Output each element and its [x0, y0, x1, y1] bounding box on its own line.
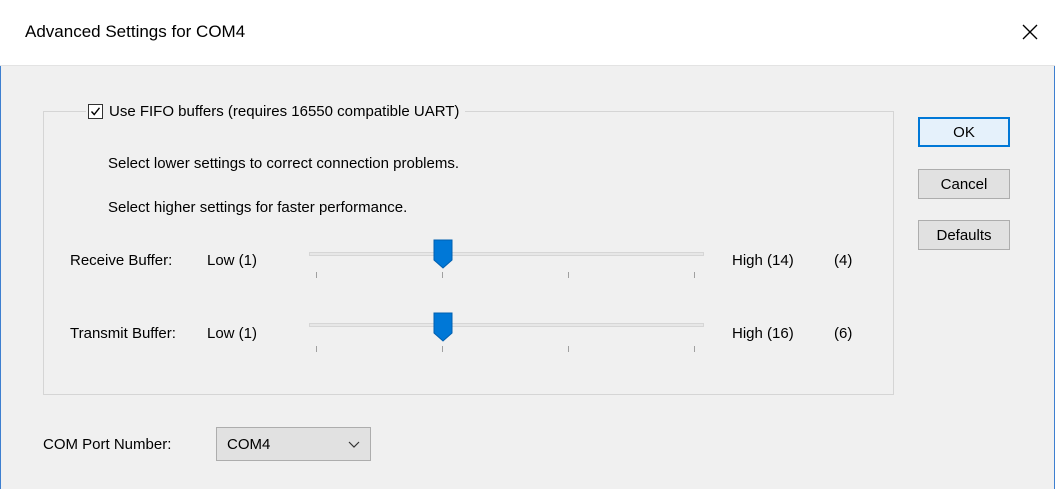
receive-value-label: (4) [834, 252, 853, 269]
transmit-low-label: Low (1) [207, 325, 258, 342]
receive-high-label: High (14) [732, 252, 794, 269]
chevron-down-icon [348, 441, 360, 448]
title-bar[interactable]: Advanced Settings for COM4 [0, 0, 1055, 66]
receive-slider-tick [442, 272, 443, 278]
window-border-left [0, 0, 1, 489]
fifo-checkbox[interactable] [88, 103, 103, 119]
hint-higher-settings: Select higher settings for faster perfor… [108, 199, 408, 216]
close-icon [1022, 24, 1038, 40]
checkmark-icon [90, 106, 101, 116]
ok-button[interactable]: OK [918, 117, 1010, 147]
receive-buffer-label: Receive Buffer: [70, 252, 173, 269]
hint-lower-settings: Select lower settings to correct connect… [108, 155, 459, 172]
transmit-high-label: High (16) [732, 325, 794, 342]
cancel-button[interactable]: Cancel [918, 169, 1010, 199]
receive-slider-tick [316, 272, 317, 278]
transmit-slider-tick [316, 346, 317, 352]
transmit-value-label: (6) [834, 325, 853, 342]
com-port-selected-value: COM4 [227, 435, 271, 453]
window-title: Advanced Settings for COM4 [25, 22, 246, 41]
fifo-checkbox-label[interactable]: Use FIFO buffers (requires 16550 compati… [109, 103, 459, 120]
transmit-slider-tick [568, 346, 569, 352]
transmit-slider-tick [442, 346, 443, 352]
transmit-slider-tick [694, 346, 695, 352]
transmit-slider-track[interactable] [309, 323, 704, 327]
transmit-buffer-label: Transmit Buffer: [70, 325, 176, 342]
receive-slider-track[interactable] [309, 252, 704, 256]
com-port-dropdown[interactable]: COM4 [216, 427, 371, 461]
transmit-slider-thumb[interactable] [432, 312, 454, 342]
receive-slider-thumb[interactable] [432, 239, 454, 269]
receive-slider-tick [568, 272, 569, 278]
receive-low-label: Low (1) [207, 252, 258, 269]
defaults-button[interactable]: Defaults [918, 220, 1010, 250]
close-button[interactable] [1010, 12, 1050, 52]
fifo-checkbox-row[interactable]: Use FIFO buffers (requires 16550 compati… [86, 98, 466, 124]
receive-slider-tick [694, 272, 695, 278]
com-port-label: COM Port Number: [43, 436, 172, 453]
